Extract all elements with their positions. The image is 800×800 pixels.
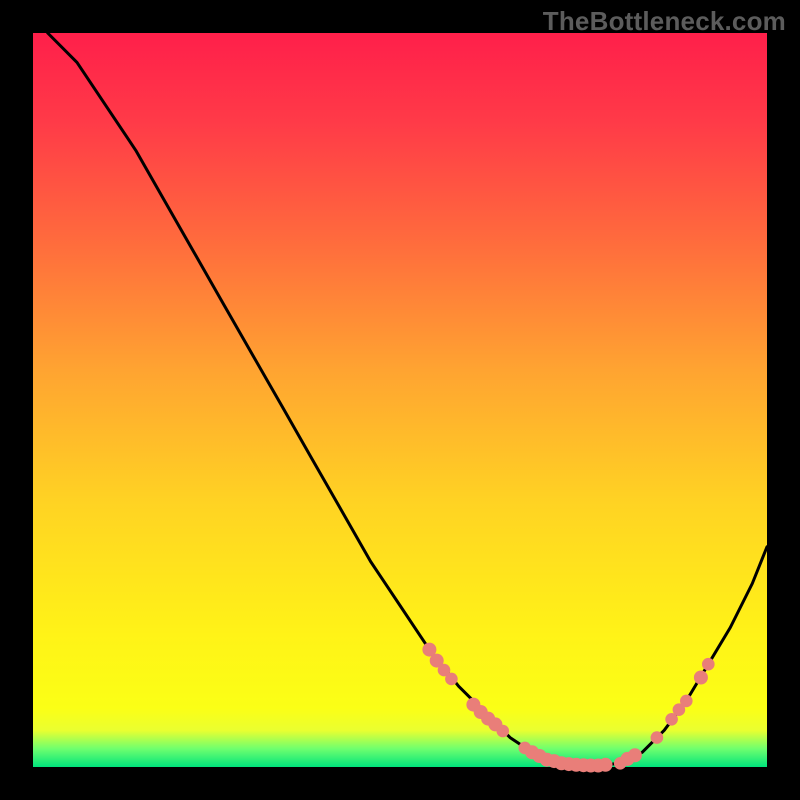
chart-svg [33,33,767,767]
highlight-dot [599,758,613,772]
highlight-dot [497,725,510,738]
highlight-dot [445,673,458,686]
bottleneck-curve [48,33,767,766]
highlight-dot [651,731,664,744]
highlight-dot [680,695,693,708]
highlight-dots-group [422,643,714,773]
chart-stage: TheBottleneck.com [0,0,800,800]
highlight-dot [702,658,715,671]
highlight-dot [628,748,642,762]
highlight-dot [694,671,708,685]
plot-area [33,33,767,767]
